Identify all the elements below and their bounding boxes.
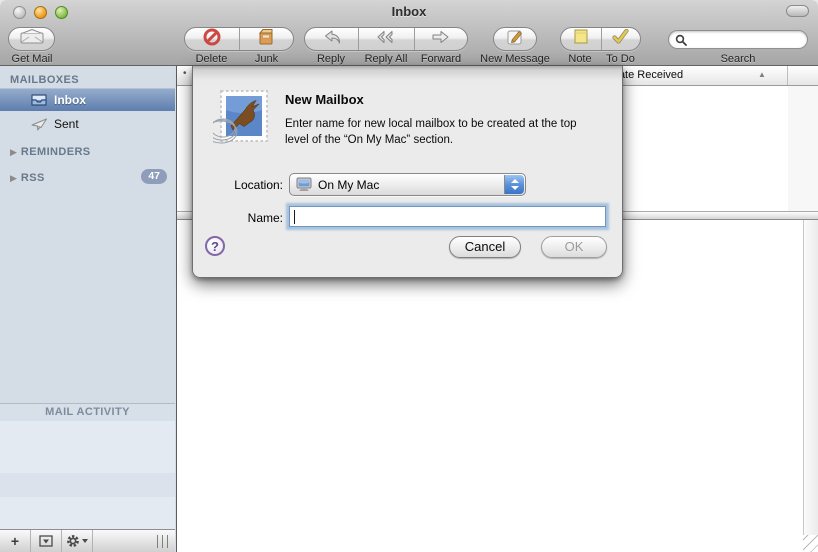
forward-arrow-icon [431, 30, 450, 49]
sidebar-bottom-bar: + [0, 529, 175, 552]
prohibition-icon [203, 28, 221, 51]
activity-stripe [0, 473, 175, 497]
delete-label: Delete [184, 53, 239, 65]
toolbar-toggle-button[interactable] [786, 5, 809, 17]
reply-label: Reply [304, 53, 358, 65]
paper-plane-icon [30, 118, 48, 131]
reply-arrow-icon [323, 30, 341, 49]
mail-window: Inbox Get Mail [0, 0, 818, 552]
compose-pencil-icon [507, 29, 524, 50]
junk-button[interactable] [239, 28, 293, 50]
text-caret [294, 210, 295, 224]
reply-all-button[interactable] [358, 28, 413, 50]
get-mail-label: Get Mail [4, 53, 60, 65]
dialog-message: Enter name for new local mailbox to be c… [285, 116, 615, 148]
sort-ascending-icon: ▲ [758, 70, 766, 79]
help-button[interactable]: ? [205, 236, 225, 256]
new-mailbox-dialog: New Mailbox Enter name for new local mai… [192, 66, 623, 278]
popup-stepper-icon [504, 175, 524, 194]
dialog-title: New Mailbox [285, 92, 364, 107]
envelope-icon [20, 29, 44, 49]
ok-button[interactable]: OK [541, 236, 607, 258]
activity-stripe [0, 421, 175, 473]
sidebar-section-rss[interactable]: ▶ RSS 47 [0, 167, 175, 189]
reply-group [304, 27, 468, 51]
reply-all-arrows-icon [376, 30, 396, 49]
forward-label: Forward [414, 53, 468, 65]
todo-button[interactable] [601, 28, 641, 50]
checkmark-icon [612, 29, 629, 49]
activity-stripe [0, 497, 175, 529]
magnifier-icon [675, 34, 687, 46]
junk-bag-icon [257, 28, 275, 50]
search-label: Search [668, 53, 808, 65]
new-message-button[interactable] [493, 27, 537, 51]
inbox-tray-icon [30, 94, 48, 106]
window-title: Inbox [0, 4, 818, 19]
location-value: On My Mac [318, 178, 379, 192]
todo-label: To Do [600, 53, 641, 65]
mail-stamp-icon [213, 88, 269, 153]
sidebar-item-label: Inbox [54, 93, 86, 107]
disclosure-triangle-icon[interactable]: ▶ [10, 173, 17, 184]
reminders-header: REMINDERS [21, 146, 91, 158]
add-mailbox-button[interactable]: + [0, 530, 31, 552]
computer-icon [296, 177, 312, 192]
sidebar-item-label: Sent [54, 117, 79, 131]
preview-scrollbar-track[interactable] [803, 220, 818, 535]
cancel-button[interactable]: Cancel [449, 236, 521, 258]
location-label: Location: [203, 178, 283, 192]
note-todo-group [560, 27, 641, 51]
name-label: Name: [203, 211, 283, 225]
sticky-note-icon [574, 29, 588, 49]
titlebar-toolbar: Inbox Get Mail [0, 0, 818, 66]
note-label: Note [560, 53, 600, 65]
note-button[interactable] [561, 28, 601, 50]
sidebar-item-sent[interactable]: Sent [0, 113, 175, 135]
action-menu-button[interactable] [62, 530, 93, 552]
delete-button[interactable] [185, 28, 239, 50]
sidebar-section-reminders[interactable]: ▶ REMINDERS [0, 141, 175, 163]
mailbox-sidebar: MAILBOXES Inbox Sent ▶ REMINDERS [0, 66, 177, 552]
unread-count-badge: 47 [141, 169, 167, 184]
tray-toggle-icon [39, 535, 53, 547]
mailboxes-header: MAILBOXES [10, 74, 79, 86]
rss-header: RSS [21, 172, 45, 184]
list-scrollbar-track[interactable] [788, 86, 818, 211]
name-input[interactable] [290, 207, 605, 226]
window-resize-grip[interactable] [803, 535, 818, 552]
sidebar-resize-handle[interactable] [157, 535, 170, 548]
plus-icon: + [11, 533, 19, 549]
location-popup[interactable]: On My Mac [289, 173, 526, 196]
sidebar-item-inbox[interactable]: Inbox [0, 88, 175, 111]
new-message-label: New Message [477, 53, 553, 65]
menu-arrow-icon [82, 539, 88, 543]
forward-button[interactable] [414, 28, 467, 50]
gear-icon [66, 534, 80, 548]
reply-all-label: Reply All [358, 53, 414, 65]
junk-label: Junk [239, 53, 294, 65]
mail-activity-header: MAIL ACTIVITY [0, 403, 175, 421]
column-separator [787, 66, 788, 85]
get-mail-button[interactable] [8, 27, 55, 51]
flag-column-header[interactable]: • [183, 68, 187, 79]
disclosure-triangle-icon[interactable]: ▶ [10, 147, 17, 158]
search-field[interactable] [668, 30, 808, 49]
toggle-activity-button[interactable] [31, 530, 62, 552]
delete-junk-group [184, 27, 294, 51]
search-input[interactable] [691, 33, 801, 47]
reply-button[interactable] [305, 28, 358, 50]
name-field[interactable] [289, 206, 606, 227]
